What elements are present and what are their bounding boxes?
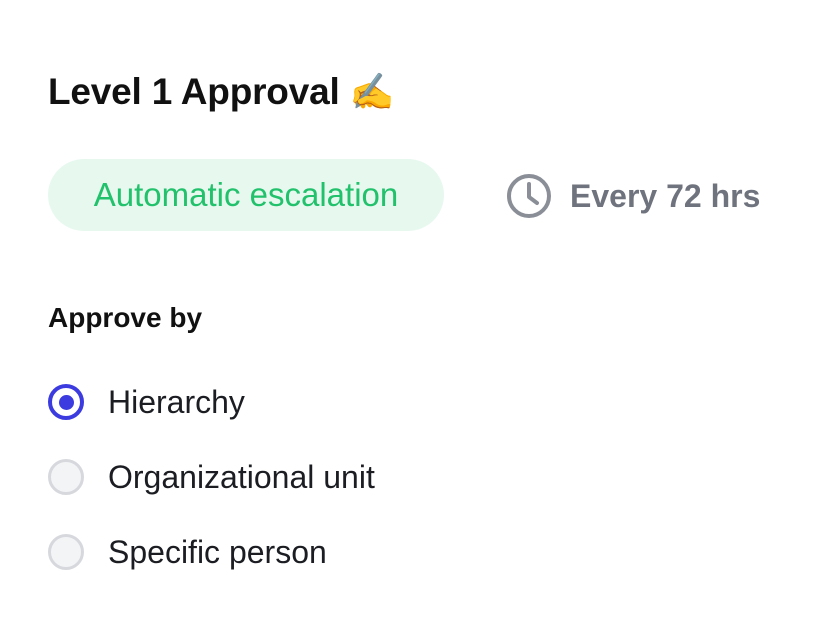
approve-by-label: Approve by — [48, 302, 203, 333]
radio-option-organizational-unit[interactable]: Organizational unit — [48, 455, 748, 499]
radio-label-organizational-unit[interactable]: Organizational unit — [108, 459, 375, 496]
radio-label-hierarchy[interactable]: Hierarchy — [108, 384, 245, 421]
radio-specific-person[interactable] — [48, 534, 84, 570]
radio-option-hierarchy[interactable]: Hierarchy — [48, 380, 748, 424]
clock-icon — [505, 172, 553, 220]
automatic-escalation-badge: Automatic escalation — [48, 159, 444, 231]
escalation-frequency-text: Every 72 hrs — [570, 177, 761, 214]
escalation-frequency: Every 72 hrs — [505, 170, 760, 222]
radio-organizational-unit[interactable] — [48, 459, 84, 495]
radio-hierarchy[interactable] — [48, 384, 84, 420]
automatic-escalation-label: Automatic escalation — [93, 176, 399, 213]
radio-option-specific-person[interactable]: Specific person — [48, 530, 748, 574]
approve-by-radio-group: Hierarchy Organizational unit Specific p… — [48, 380, 748, 605]
writing-hand-icon: ✍️ — [349, 71, 395, 112]
approval-level-card: Level 1 Approval ✍️ Automatic escalation… — [0, 0, 816, 624]
level-title-text: Level 1 Approval — [48, 71, 340, 112]
level-title: Level 1 Approval ✍️ — [48, 66, 394, 118]
radio-label-specific-person[interactable]: Specific person — [108, 534, 327, 571]
